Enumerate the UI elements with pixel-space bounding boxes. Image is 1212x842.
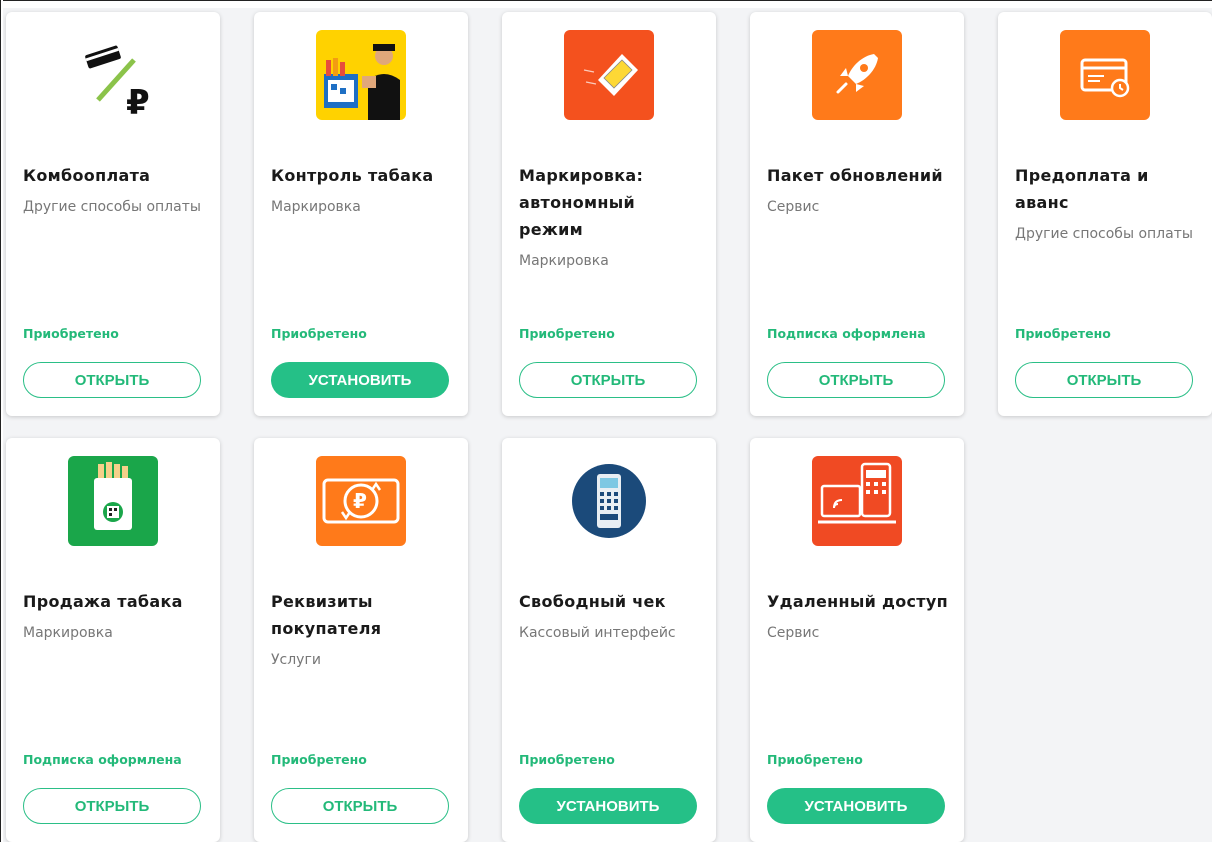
card-title: Удаленный доступ Сервис [767,588,952,646]
app-card-update-package[interactable]: Пакет обновлений Сервис Подписка оформле… [750,12,964,416]
ruble-exchange-icon: ₽ [316,456,406,546]
status-label: Приобретено [1015,326,1111,341]
tobacco-control-icon [316,30,406,120]
window-frame-top [0,0,1212,8]
open-button[interactable]: ОТКРЫТЬ [23,362,201,398]
app-card-marking-offline[interactable]: Маркировка: автономный режим Маркировка … [502,12,716,416]
cash-terminal-icon [564,456,654,546]
app-card-buyer-details[interactable]: ₽ Реквизиты покупателя Услуги Приобретен… [254,438,468,842]
open-button[interactable]: ОТКРЫТЬ [23,788,201,824]
app-card-remote-access[interactable]: Удаленный доступ Сервис Приобретено УСТА… [750,438,964,842]
app-card-tobacco-control[interactable]: Контроль табака Маркировка Приобретено У… [254,12,468,416]
svg-text:₽: ₽ [353,489,367,513]
install-button[interactable]: УСТАНОВИТЬ [271,362,449,398]
status-label: Подписка оформлена [767,326,926,341]
card-category: Услуги [271,652,321,668]
open-button[interactable]: ОТКРЫТЬ [1015,362,1193,398]
status-label: Приобретено [519,752,615,767]
card-category: Маркировка [271,199,361,215]
card-category: Другие способы оплаты [23,199,201,215]
card-category: Сервис [767,625,820,641]
card-category: Кассовый интерфейс [519,625,676,641]
install-button[interactable]: УСТАНОВИТЬ [767,788,945,824]
extensions-grid: ₽ Комбооплата Другие способы оплаты Прио… [6,12,1212,842]
rocket-icon [812,30,902,120]
card-title: Маркировка: автономный режим Маркировка [519,162,704,274]
card-title: Предоплата и аванс Другие способы оплаты [1015,162,1200,247]
card-category: Маркировка [23,625,113,641]
svg-text:₽: ₽ [126,83,150,120]
card-category: Маркировка [519,253,609,269]
status-label: Приобретено [23,326,119,341]
card-category: Другие способы оплаты [1015,226,1193,242]
card-title: Пакет обновлений Сервис [767,162,952,220]
status-label: Приобретено [271,752,367,767]
open-button[interactable]: ОТКРЫТЬ [767,362,945,398]
open-button[interactable]: ОТКРЫТЬ [271,788,449,824]
app-card-prepayment[interactable]: Предоплата и аванс Другие способы оплаты… [998,12,1212,416]
cigarette-pack-icon [68,456,158,546]
remote-access-icon [812,456,902,546]
card-title: Комбооплата Другие способы оплаты [23,162,208,220]
status-label: Приобретено [519,326,615,341]
install-button[interactable]: УСТАНОВИТЬ [519,788,697,824]
status-label: Приобретено [271,326,367,341]
status-label: Подписка оформлена [23,752,182,767]
card-title: Контроль табака Маркировка [271,162,456,220]
app-card-free-receipt[interactable]: Свободный чек Кассовый интерфейс Приобре… [502,438,716,842]
card-ruble-icon: ₽ [68,30,158,120]
status-label: Приобретено [767,752,863,767]
card-title: Реквизиты покупателя Услуги [271,588,456,673]
card-category: Сервис [767,199,820,215]
card-clock-icon [1060,30,1150,120]
app-card-tobacco-sale[interactable]: Продажа табака Маркировка Подписка оформ… [6,438,220,842]
app-card-kombooplata[interactable]: ₽ Комбооплата Другие способы оплаты Прио… [6,12,220,416]
open-button[interactable]: ОТКРЫТЬ [519,362,697,398]
card-title: Свободный чек Кассовый интерфейс [519,588,704,646]
window-frame-left [0,0,3,842]
marking-label-icon [564,30,654,120]
card-title: Продажа табака Маркировка [23,588,208,646]
